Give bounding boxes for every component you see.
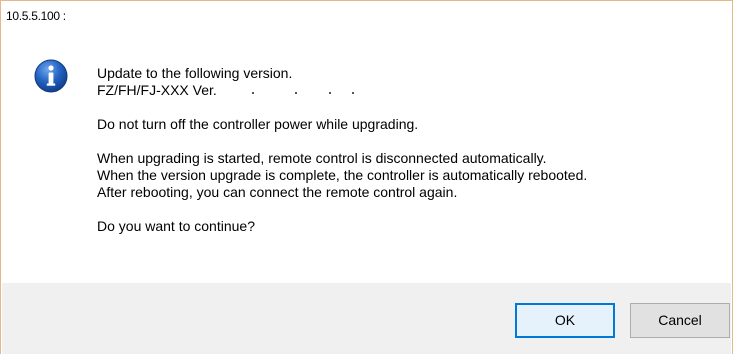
window-title: 10.5.5.100 : bbox=[6, 9, 66, 23]
redaction-mark bbox=[295, 92, 297, 94]
message-dialog: 10.5.5.100 : Update to the following ver… bbox=[0, 0, 733, 354]
version-label: FZ/FH/FJ-XXX Ver. bbox=[97, 82, 217, 98]
cancel-button[interactable]: Cancel bbox=[630, 303, 730, 338]
redaction-mark bbox=[252, 92, 254, 94]
info-icon bbox=[33, 58, 69, 94]
message-line: Do not turn off the controller power whi… bbox=[97, 116, 419, 132]
button-bar: OK Cancel bbox=[2, 283, 731, 354]
message-line: When upgrading is started, remote contro… bbox=[97, 150, 547, 166]
redaction-mark bbox=[352, 92, 354, 94]
redaction-mark bbox=[329, 92, 331, 94]
message-line: Update to the following version. bbox=[97, 65, 293, 81]
message-line: After rebooting, you can connect the rem… bbox=[97, 184, 458, 200]
ok-button[interactable]: OK bbox=[515, 303, 615, 338]
message-text: Update to the following version. FZ/FH/F… bbox=[97, 65, 727, 235]
message-line: Do you want to continue? bbox=[97, 218, 255, 234]
version-line: FZ/FH/FJ-XXX Ver. bbox=[97, 82, 727, 99]
message-line: When the version upgrade is complete, th… bbox=[97, 167, 588, 183]
